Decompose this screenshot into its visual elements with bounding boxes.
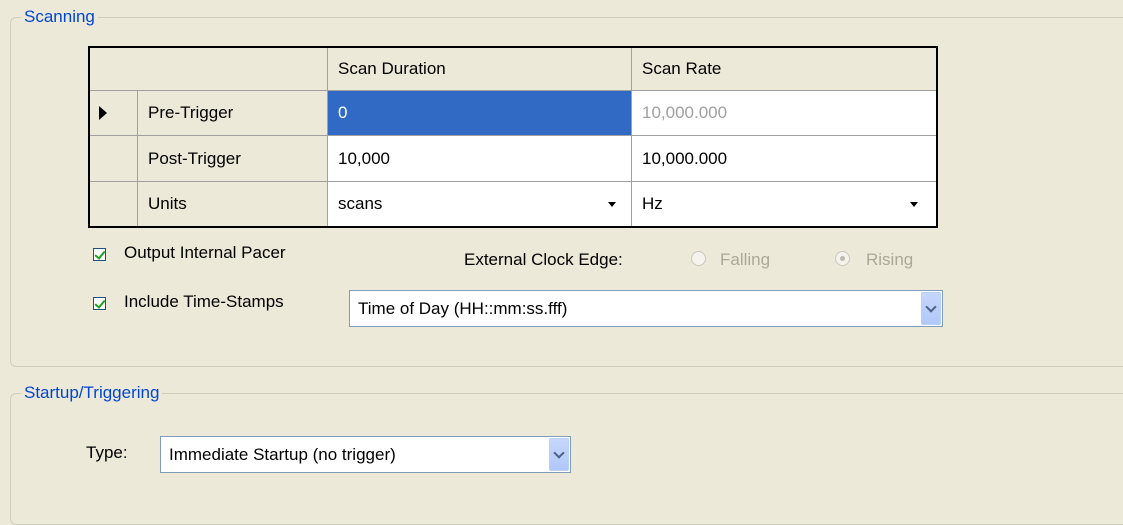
trigger-type-label: Type: (86, 443, 128, 462)
trigger-type-dropdown[interactable]: Immediate Startup (no trigger) (160, 436, 571, 473)
output-internal-pacer-checkbox[interactable] (93, 248, 106, 261)
units-duration-combo[interactable]: scans (328, 182, 632, 226)
include-time-stamps-label[interactable]: Include Time-Stamps (124, 292, 284, 312)
scanning-legend: Scanning (24, 7, 95, 26)
output-internal-pacer-label[interactable]: Output Internal Pacer (124, 243, 286, 263)
grid-corner-header (90, 48, 328, 91)
falling-radio-label[interactable]: Falling (720, 250, 770, 270)
dropdown-arrow-icon[interactable] (608, 202, 616, 207)
row-header-post-trigger: Post-Trigger (138, 136, 328, 182)
units-rate-value: Hz (642, 194, 663, 213)
row-header-pre-trigger: Pre-Trigger (138, 91, 328, 136)
pre-trigger-duration-cell[interactable]: 0 (328, 91, 632, 136)
timestamp-format-dropdown[interactable]: Time of Day (HH::mm:ss.fff) (349, 290, 943, 327)
falling-radio[interactable] (691, 251, 706, 266)
include-time-stamps-checkbox[interactable] (93, 297, 106, 310)
dropdown-arrow-icon[interactable] (910, 202, 918, 207)
timestamp-format-value: Time of Day (HH::mm:ss.fff) (358, 298, 568, 318)
rising-radio-label[interactable]: Rising (866, 250, 913, 270)
column-header-scan-rate[interactable]: Scan Rate (632, 48, 936, 91)
chevron-down-icon[interactable] (549, 438, 569, 471)
row-indicator-cell (90, 91, 138, 136)
units-rate-combo[interactable]: Hz (632, 182, 936, 226)
external-clock-edge-label: External Clock Edge: (464, 250, 623, 269)
row-indicator-cell (90, 136, 138, 182)
units-duration-value: scans (338, 194, 383, 213)
pre-trigger-rate-cell[interactable]: 10,000.000 (632, 91, 936, 136)
chevron-down-icon[interactable] (921, 292, 941, 325)
post-trigger-duration-cell[interactable]: 10,000 (328, 136, 632, 182)
startup-triggering-legend: Startup/Triggering (24, 383, 160, 402)
row-indicator-cell (90, 182, 138, 226)
trigger-type-value: Immediate Startup (no trigger) (169, 444, 396, 464)
rising-radio[interactable] (835, 251, 850, 266)
column-header-scan-duration[interactable]: Scan Duration (328, 48, 632, 91)
scan-settings-grid: Scan Duration Scan Rate Pre-Trigger 0 10… (88, 46, 938, 228)
row-header-units: Units (138, 182, 328, 226)
post-trigger-rate-cell[interactable]: 10,000.000 (632, 136, 936, 182)
current-row-arrow-icon (99, 106, 107, 120)
